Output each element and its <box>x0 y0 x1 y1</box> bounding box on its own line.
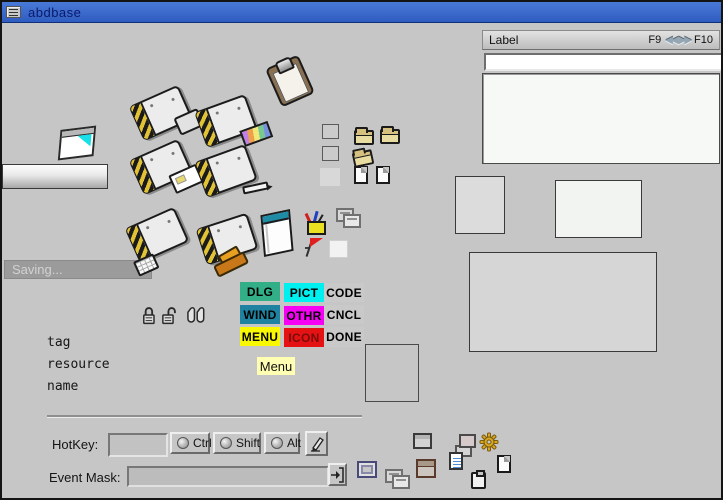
document-icon[interactable] <box>354 166 368 184</box>
book-icon[interactable] <box>260 209 293 257</box>
alt-toggle[interactable]: Alt <box>264 432 300 454</box>
titlebar[interactable]: abdbase <box>2 2 721 23</box>
gear-icon[interactable] <box>479 432 499 452</box>
alt-toggle-label: Alt <box>287 436 301 450</box>
code-button[interactable]: CODE <box>324 283 364 302</box>
gray-square-icon[interactable] <box>322 124 339 139</box>
divider <box>47 415 362 418</box>
shift-toggle[interactable]: Shift <box>213 432 261 454</box>
striped-card-photo-icon[interactable] <box>194 94 258 148</box>
preview-rect-portrait[interactable] <box>455 176 505 234</box>
radio-icon <box>177 437 189 449</box>
status-text: Saving... <box>12 262 63 277</box>
label-panel-header: Label F9 ◀◀ ▶▶ F10 <box>482 30 720 50</box>
radio-icon <box>271 437 283 449</box>
tag-label: tag <box>47 335 70 350</box>
folder-icon[interactable] <box>380 129 400 144</box>
striped-card-loader-icon[interactable] <box>195 213 258 266</box>
window-menu-icon[interactable] <box>6 6 21 18</box>
f10-label: F10 <box>694 34 713 46</box>
wind-button[interactable]: WIND <box>240 305 280 324</box>
preview-square-outline[interactable] <box>365 344 419 402</box>
label-list-panel[interactable] <box>482 73 720 164</box>
hotkey-label: HotKey: <box>52 437 98 452</box>
outline-window-icon[interactable] <box>459 434 476 448</box>
dlg-button[interactable]: DLG <box>240 282 280 301</box>
radio-icon <box>220 437 232 449</box>
prev-arrows-icon[interactable]: ◀◀ <box>665 35 676 46</box>
blank-square-icon[interactable] <box>329 240 348 258</box>
clipboard-icon[interactable] <box>265 54 315 107</box>
cncl-button[interactable]: CNCL <box>324 305 364 324</box>
f9-label: F9 <box>648 34 661 46</box>
status-bar: Saving... <box>4 260 152 279</box>
framed-window-icon[interactable] <box>357 461 377 478</box>
ctrl-toggle-label: Ctrl <box>193 436 212 450</box>
enter-arrow-icon <box>331 467 344 483</box>
ctrl-toggle[interactable]: Ctrl <box>170 432 210 454</box>
window-title: abdbase <box>28 5 81 20</box>
striped-card-blank-icon[interactable] <box>129 85 194 142</box>
flipchart-icon[interactable] <box>58 126 96 161</box>
shift-toggle-label: Shift <box>236 436 260 450</box>
name-label: name <box>47 379 78 394</box>
done-button[interactable]: DONE <box>324 327 364 347</box>
event-mask-input[interactable] <box>127 466 329 487</box>
resource-label: resource <box>47 357 110 372</box>
label-panel-title: Label <box>489 33 645 47</box>
preview-rect-large[interactable] <box>469 252 657 352</box>
menu-button[interactable]: MENU <box>240 327 280 346</box>
flag-icon[interactable] <box>305 238 325 257</box>
thumbs-icon[interactable] <box>187 305 207 326</box>
list-window-icon[interactable] <box>449 445 473 472</box>
light-square-icon[interactable] <box>320 168 340 186</box>
document-icon[interactable] <box>497 455 511 473</box>
preview-rect-landscape[interactable] <box>555 180 642 238</box>
folder-icon[interactable] <box>354 130 374 145</box>
blank-window-icon[interactable] <box>413 433 432 449</box>
hotkey-pen-button[interactable] <box>305 431 328 456</box>
hotkey-input[interactable] <box>108 433 168 457</box>
padlock-open-icon[interactable] <box>161 305 177 326</box>
menu-tag-label[interactable]: Menu <box>257 357 295 375</box>
label-input[interactable] <box>484 53 723 71</box>
toolbox-icon[interactable] <box>305 211 329 235</box>
striped-card-keypad-icon[interactable] <box>125 207 190 264</box>
striped-card-note-icon[interactable] <box>129 139 194 196</box>
lock-icons-group <box>141 304 207 326</box>
titled-window-icon[interactable] <box>416 459 436 478</box>
pen-icon <box>310 436 324 452</box>
striped-card-pen-icon[interactable] <box>194 144 258 198</box>
event-mask-apply-button[interactable] <box>328 463 347 486</box>
small-clipboard-icon[interactable] <box>471 472 486 489</box>
icon-button[interactable]: ICON <box>284 328 324 347</box>
document-icon[interactable] <box>376 166 390 184</box>
gray-square-icon[interactable] <box>322 146 339 161</box>
padlock-closed-icon[interactable] <box>141 305 157 326</box>
abdbase-window: abdbase Label F9 ◀◀ ▶▶ F10 Saving... <box>0 0 723 500</box>
event-mask-label: Event Mask: <box>49 470 121 485</box>
cascade-windows-icon[interactable] <box>336 208 360 228</box>
next-arrows-icon[interactable]: ▶▶ <box>679 35 690 46</box>
othr-button[interactable]: OTHR <box>284 306 324 325</box>
cascade-windows-icon[interactable] <box>385 469 409 489</box>
gradient-bar[interactable] <box>2 164 108 189</box>
pict-button[interactable]: PICT <box>284 283 324 302</box>
